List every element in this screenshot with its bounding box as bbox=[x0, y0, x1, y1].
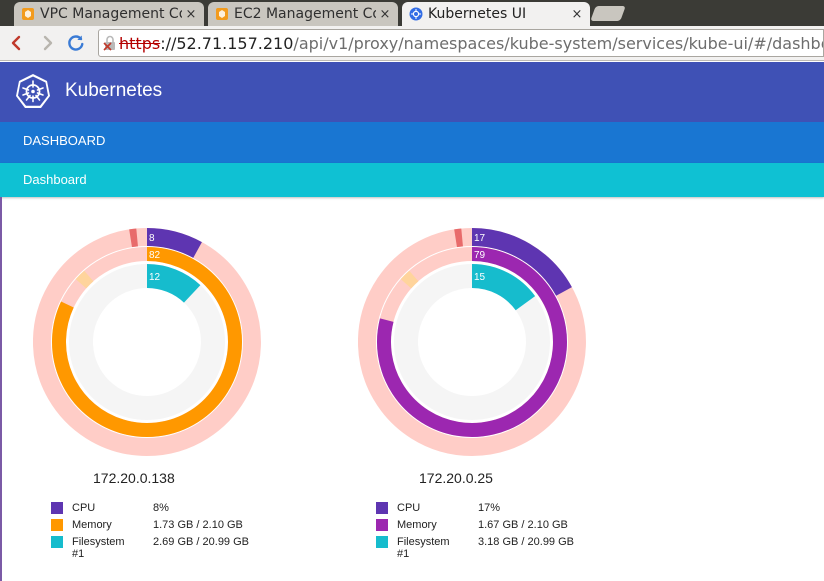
legend-label: Filesystem #1 bbox=[397, 536, 450, 560]
memory-swatch bbox=[376, 519, 388, 531]
node-card: 17 79 15 172.20.0.25 CPU 17% Memory 1.67 G… bbox=[358, 220, 598, 580]
legend-label: CPU bbox=[397, 502, 421, 514]
legend-value: 1.67 GB / 2.10 GB bbox=[478, 519, 568, 531]
browser-toolbar: https://52.71.157.210/api/v1/proxy/names… bbox=[0, 26, 824, 61]
memory-swatch bbox=[51, 519, 63, 531]
cpu-ring-label: 8 bbox=[149, 233, 155, 244]
node-usage-donut[interactable]: 8 82 12 bbox=[33, 220, 273, 460]
legend-label: Memory bbox=[72, 519, 112, 531]
reload-button[interactable] bbox=[65, 32, 87, 54]
tab-close-icon[interactable]: × bbox=[182, 7, 200, 22]
app-title[interactable]: Kubernetes bbox=[65, 80, 162, 102]
filesystem-ring-track bbox=[69, 264, 225, 420]
reload-icon bbox=[68, 35, 84, 51]
tab-title: Kubernetes UI bbox=[428, 6, 527, 22]
aws-favicon-icon bbox=[20, 7, 35, 22]
legend-value: 3.18 GB / 20.99 GB bbox=[478, 536, 575, 548]
node-card: 8 82 12 172.20.0.138 CPU 8% Memory 1.73 GB… bbox=[33, 220, 273, 580]
new-tab-button[interactable] bbox=[590, 6, 626, 21]
node-ip-label[interactable]: 172.20.0.138 bbox=[93, 470, 333, 486]
memory-ring-label: 79 bbox=[474, 250, 486, 261]
back-button[interactable] bbox=[6, 32, 28, 54]
insecure-lock-icon[interactable] bbox=[103, 35, 117, 51]
address-bar[interactable]: https://52.71.157.210/api/v1/proxy/names… bbox=[98, 29, 824, 57]
tab-close-icon[interactable]: × bbox=[376, 7, 394, 22]
url-scheme: https bbox=[119, 33, 161, 53]
legend-value: 8% bbox=[153, 502, 169, 514]
tab-title: VPC Management Co bbox=[40, 6, 182, 22]
tab-close-icon[interactable]: × bbox=[568, 7, 586, 22]
legend-label: Memory bbox=[397, 519, 437, 531]
kubernetes-favicon-icon bbox=[408, 7, 423, 22]
legend-value: 17% bbox=[478, 502, 501, 514]
kubernetes-logo-icon[interactable] bbox=[15, 73, 51, 109]
forward-button[interactable] bbox=[36, 32, 58, 54]
legend-label: Filesystem #1 bbox=[72, 536, 125, 560]
filesystem-ring-label: 12 bbox=[149, 272, 161, 283]
url-path: /api/v1/proxy/namespaces/kube-system/ser… bbox=[293, 33, 824, 53]
node-ip-label[interactable]: 172.20.0.25 bbox=[419, 470, 659, 486]
cpu-ring-other-segment bbox=[129, 228, 139, 248]
tab-title: EC2 Management Co bbox=[234, 6, 376, 22]
cpu-ring-other-segment bbox=[454, 228, 464, 248]
page-left-edge bbox=[0, 197, 2, 581]
cpu-ring-label: 17 bbox=[474, 233, 486, 244]
legend-value: 1.73 GB / 2.10 GB bbox=[153, 519, 243, 531]
breadcrumb-dashboard[interactable]: Dashboard bbox=[23, 172, 87, 187]
back-arrow-icon bbox=[11, 35, 21, 51]
filesystem-swatch bbox=[376, 536, 388, 548]
legend-value: 2.69 GB / 20.99 GB bbox=[153, 536, 250, 548]
memory-ring-other-segment bbox=[400, 270, 419, 289]
aws-favicon-icon bbox=[214, 7, 229, 22]
tab-ec2-management[interactable]: EC2 Management Co × bbox=[208, 2, 398, 26]
browser-tab-strip: VPC Management Co × EC2 Management Co × … bbox=[0, 0, 824, 26]
nav-item-dashboard[interactable]: DASHBOARD bbox=[23, 133, 105, 148]
cpu-swatch bbox=[51, 502, 63, 514]
filesystem-ring-label: 15 bbox=[474, 272, 486, 283]
tab-kubernetes-ui[interactable]: Kubernetes UI × bbox=[402, 2, 590, 26]
memory-ring-label: 82 bbox=[149, 250, 161, 261]
legend-label: CPU bbox=[72, 502, 96, 514]
url-host: ://52.71.157.210 bbox=[160, 33, 294, 53]
tab-vpc-management[interactable]: VPC Management Co × bbox=[14, 2, 204, 26]
main-nav: DASHBOARD bbox=[0, 122, 824, 163]
node-usage-donut[interactable]: 17 79 15 bbox=[358, 220, 598, 460]
breadcrumb: Dashboard bbox=[0, 163, 824, 197]
filesystem-swatch bbox=[51, 536, 63, 548]
forward-arrow-icon bbox=[43, 35, 53, 51]
app-header: Kubernetes bbox=[0, 62, 824, 122]
memory-ring-other-segment bbox=[75, 270, 94, 289]
cpu-swatch bbox=[376, 502, 388, 514]
